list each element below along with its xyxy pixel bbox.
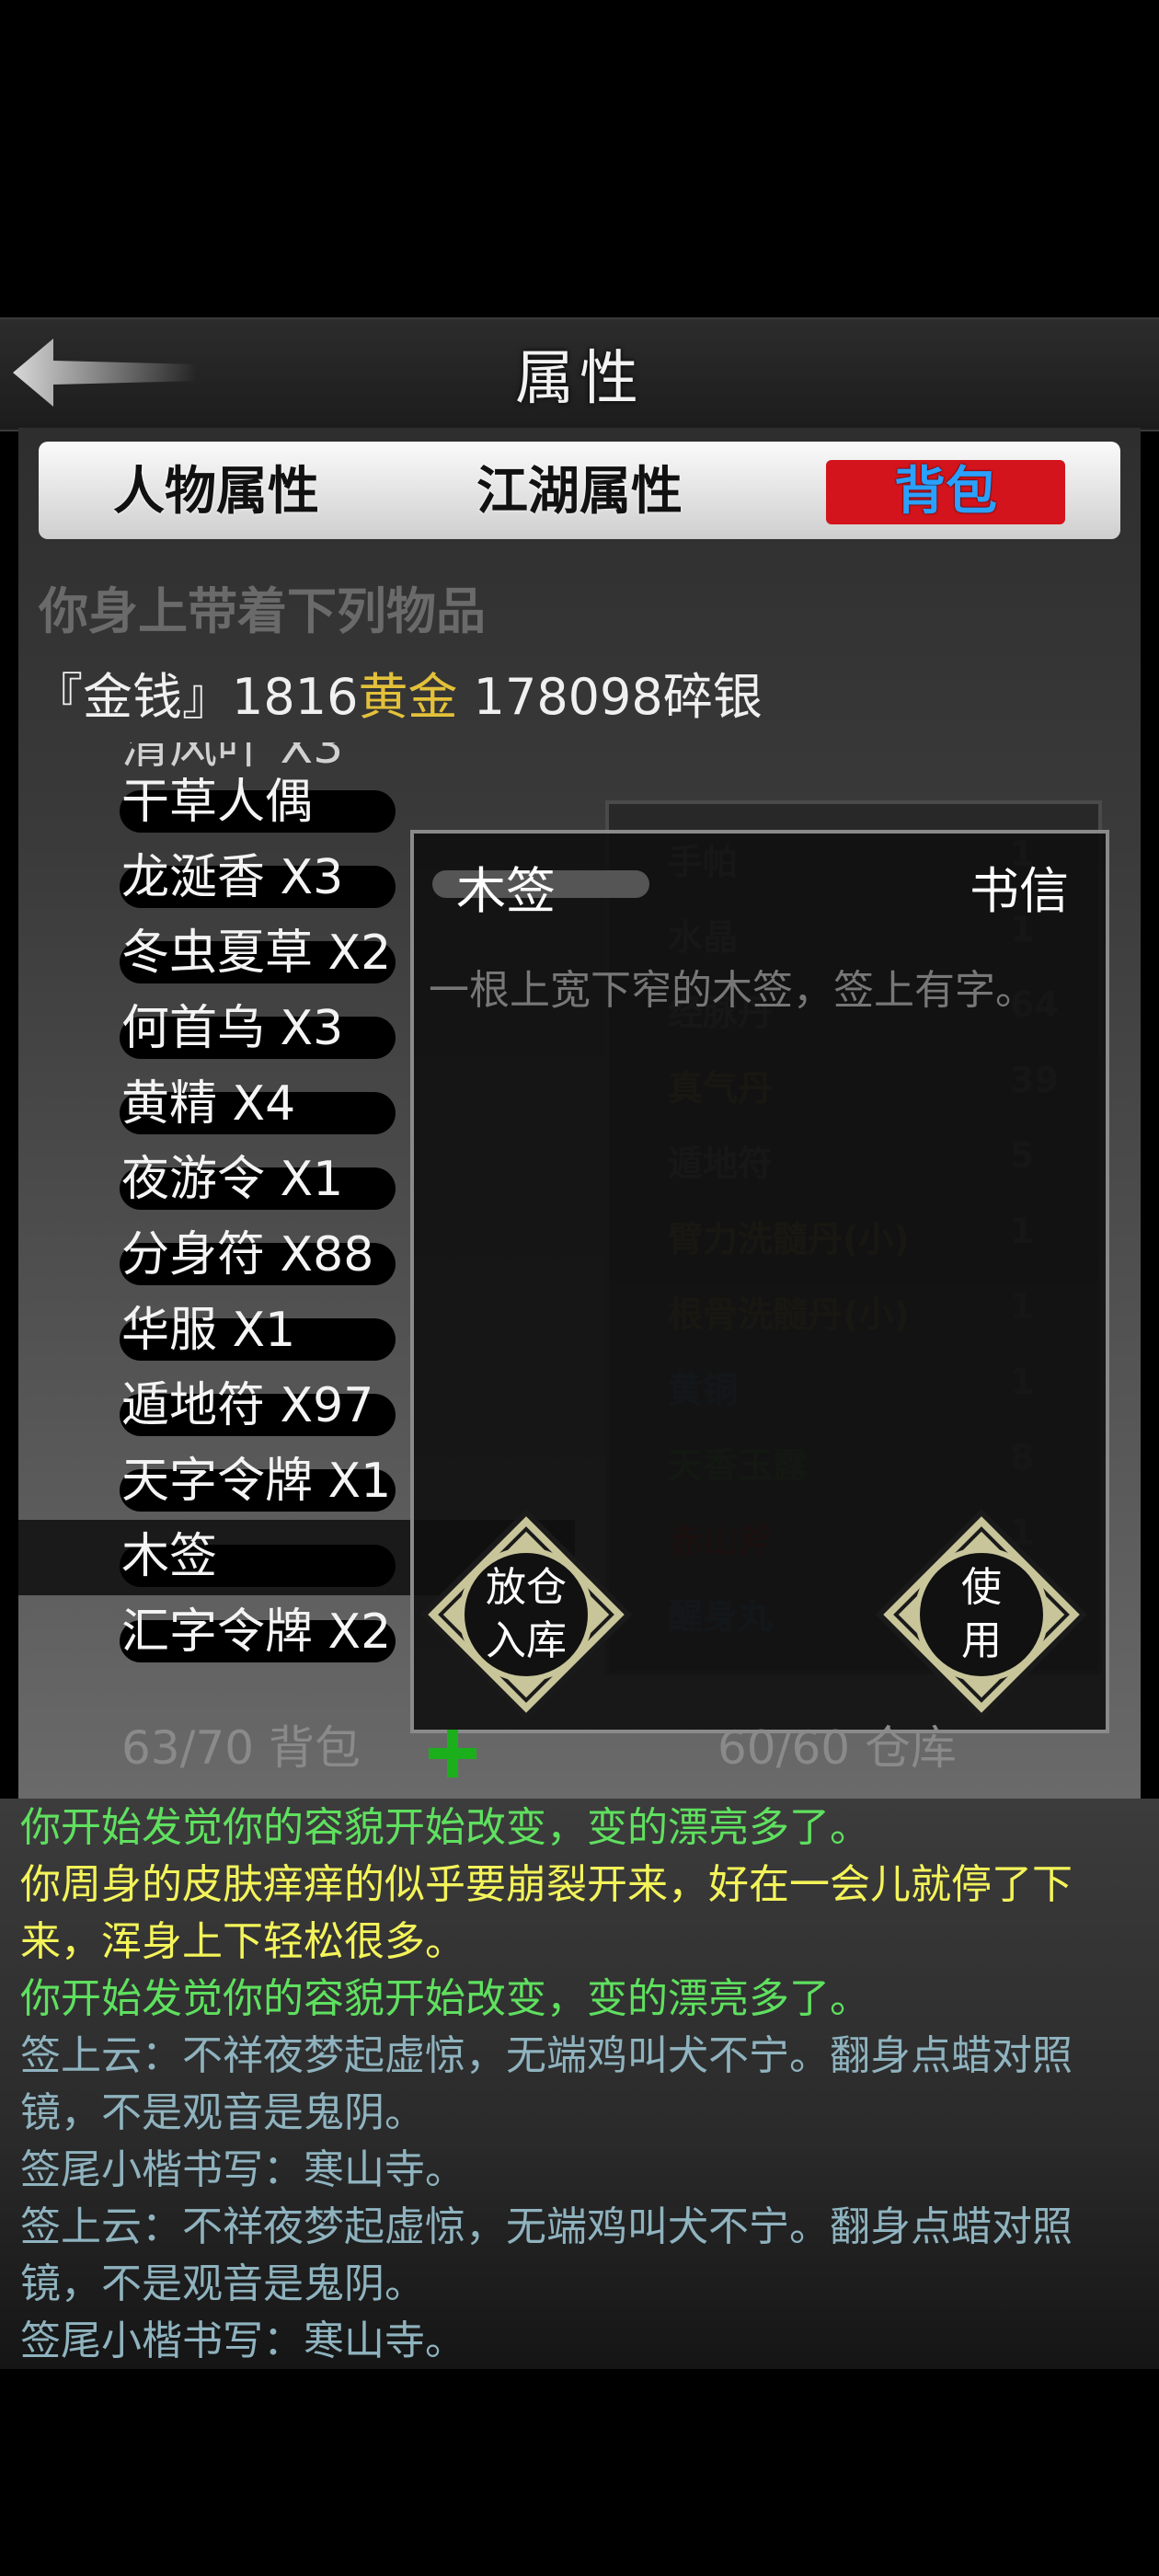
gold-label: 黄金 (358, 668, 458, 726)
money-amount: 『金钱』1816 (33, 668, 359, 726)
tab-jianghu-attributes[interactable]: 江湖属性 (451, 460, 708, 524)
inventory-subtitle: 你身上带着下列物品 (39, 582, 486, 640)
page-title: 属性 (515, 345, 644, 413)
log-line: 签尾小楷书写：寒山寺。 (20, 2317, 465, 2364)
store-to-warehouse-button[interactable]: 放仓 入库 (419, 1508, 633, 1721)
tab-backpack[interactable]: 背包 (826, 460, 1065, 524)
inventory-item[interactable]: 遁地符 X97 (121, 1374, 373, 1438)
log-line: 你开始发觉你的容貌开始改变，变的漂亮多了。 (20, 1804, 870, 1851)
log-line: 你周身的皮肤痒痒的似乎要崩裂开来，好在一会儿就停了下来，浑身上下轻松很多。 (20, 1861, 1073, 1965)
log-line: 签上云：不祥夜梦起虚惊，无端鸡叫犬不宁。翻身点蜡对照镜，不是观音是鬼阴。 (20, 2032, 1073, 2136)
log-line: 你开始发觉你的容貌开始改变，变的漂亮多了。 (20, 1975, 870, 2022)
expand-backpack-plus-icon[interactable] (425, 1726, 480, 1781)
backpack-capacity: 63/70 背包 (121, 1721, 361, 1775)
inventory-item[interactable]: 汇字令牌 X2 (121, 1600, 391, 1664)
popup-item-description: 一根上宽下窄的木签，签上有字。 (429, 967, 1036, 1014)
warehouse-capacity: 60/60 仓库 (717, 1721, 957, 1775)
inventory-item[interactable]: 干草人偶 (121, 770, 313, 834)
popup-item-type: 书信 (970, 862, 1069, 920)
silver-amount: 178098碎银 (457, 668, 763, 726)
inventory-item-selected[interactable]: 木签 (121, 1524, 217, 1589)
log-line: 签上云：不祥夜梦起虚惊，无端鸡叫犬不宁。翻身点蜡对照镜，不是观音是鬼阴。 (20, 2203, 1073, 2307)
inventory-item[interactable]: 何首乌 X3 (121, 996, 343, 1061)
use-button-line2: 用 (961, 1617, 1002, 1664)
inventory-item[interactable]: 分身符 X88 (121, 1223, 373, 1287)
popup-item-name: 木签 (456, 862, 556, 920)
use-button-line1: 使 (961, 1564, 1002, 1611)
top-empty-band (0, 0, 1159, 317)
bottom-empty-band (0, 2369, 1159, 2576)
use-item-button[interactable]: 使 用 (875, 1508, 1088, 1721)
money-line: 『金钱』1816黄金 178098碎银 (33, 656, 763, 729)
store-button-line2: 入库 (486, 1617, 567, 1664)
log-line: 签尾小楷书写：寒山寺。 (20, 2146, 465, 2193)
inventory-item[interactable]: 夜游令 X1 (121, 1147, 343, 1212)
inventory-item[interactable]: 龙涎香 X3 (121, 845, 343, 910)
inventory-item[interactable]: 华服 X1 (121, 1298, 295, 1363)
store-button-line1: 放仓 (486, 1564, 567, 1611)
tab-person-attributes[interactable]: 人物属性 (92, 460, 340, 524)
inventory-item[interactable]: 天字令牌 X1 (121, 1449, 391, 1513)
inventory-item[interactable]: 黄精 X4 (121, 1072, 295, 1136)
inventory-item[interactable]: 冬虫夏草 X2 (121, 921, 391, 985)
